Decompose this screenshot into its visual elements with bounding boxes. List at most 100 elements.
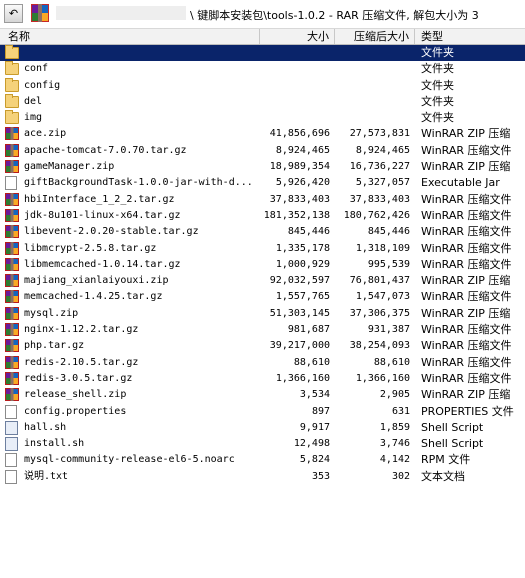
file-packed-size: 37,306,375	[349, 307, 410, 319]
file-size: 9,917	[299, 421, 330, 433]
file-row[interactable]: apache-tomcat-7.0.70.tar.gz 8,924,465 8,92…	[0, 143, 525, 159]
file-name: mysql.zip	[24, 307, 79, 319]
file-packed-size: 180,762,426	[343, 209, 410, 221]
file-packed-size: 38,254,093	[349, 340, 410, 352]
file-row[interactable]: gameManager.zip 18,989,354 16,736,227 WinRA…	[0, 159, 525, 175]
file-name: ace.zip	[24, 128, 67, 140]
file-size: 18,989,354	[269, 161, 330, 173]
file-packed-size: 4,142	[379, 454, 410, 466]
file-row[interactable]: redis-2.10.5.tar.gz 88,610 88,610 WinRAR 压缩…	[0, 355, 525, 371]
file-type: WinRAR 压缩文件	[421, 290, 512, 304]
folder-row[interactable]: config 文件夹	[0, 77, 525, 94]
file-size	[260, 78, 330, 94]
column-size[interactable]: 大小	[260, 29, 335, 44]
row-icon	[5, 420, 21, 436]
row-icon	[5, 192, 21, 208]
file-row[interactable]: mysql.zip 51,303,145 37,306,375 WinRAR ZIP …	[0, 306, 525, 322]
file-packed-size	[335, 61, 410, 77]
file-row[interactable]: release_shell.zip 3,534 2,905 WinRAR ZIP 压缩	[0, 387, 525, 403]
winrar-archive-icon	[5, 274, 19, 288]
file-row[interactable]: ace.zip 41,856,696 27,573,831 WinRAR ZIP 压缩	[0, 126, 525, 142]
folder-row[interactable]: conf 文件夹	[0, 61, 525, 77]
file-type: WinRAR ZIP 压缩	[421, 274, 511, 288]
file-row[interactable]: hall.sh 9,917 1,859 Shell Script	[0, 420, 525, 436]
column-packed[interactable]: 压缩后大小	[335, 29, 415, 44]
folder-row[interactable]: del 文件夹	[0, 93, 525, 110]
winrar-archive-icon	[31, 4, 49, 22]
row-icon	[5, 436, 21, 452]
file-row[interactable]: majiang_xianlaiyouxi.zip 92,032,597 76,801…	[0, 273, 525, 289]
file-row[interactable]: memcached-1.4.25.tar.gz 1,557,765 1,547,07…	[0, 289, 525, 305]
folder-icon	[5, 45, 19, 59]
file-type: Executable Jar	[421, 176, 500, 190]
folder-row[interactable]: img 文件夹	[0, 110, 525, 126]
file-type: WinRAR ZIP 压缩	[421, 127, 511, 141]
file-row[interactable]: mysql-community-release-el6-5.noarc 5,824…	[0, 452, 525, 468]
document-icon	[5, 469, 17, 484]
column-type[interactable]: 类型	[415, 29, 525, 44]
row-icon	[5, 224, 21, 240]
file-row[interactable]: giftBackgroundTask-1.0.0-jar-with-d... 5,…	[0, 175, 525, 191]
file-name: del	[24, 95, 43, 107]
row-icon	[5, 306, 21, 322]
file-packed-size: 2,905	[379, 389, 410, 401]
winrar-archive-icon	[5, 306, 19, 320]
file-size: 92,032,597	[269, 275, 330, 287]
row-icon	[5, 110, 21, 126]
file-size: 981,687	[287, 324, 330, 336]
file-name: hall.sh	[24, 421, 67, 433]
row-icon	[5, 322, 21, 338]
address-toolbar: ↶ \ 键脚本安装包\tools-1.0.2 - RAR 压缩文件, 解包大小为…	[0, 0, 525, 29]
file-packed-size: 995,539	[367, 258, 410, 270]
file-type: WinRAR ZIP 压缩	[421, 306, 511, 320]
file-name: php.tar.gz	[24, 340, 85, 352]
file-name: libmcrypt-2.5.8.tar.gz	[24, 242, 157, 254]
file-type: Shell Script	[421, 420, 484, 434]
file-row[interactable]: libmemcached-1.0.14.tar.gz 1,000,929 995,5…	[0, 257, 525, 273]
file-type: WinRAR ZIP 压缩	[421, 160, 511, 174]
file-type: Shell Script	[421, 437, 484, 451]
file-name: libmemcached-1.0.14.tar.gz	[24, 258, 181, 270]
winrar-archive-icon	[5, 388, 19, 402]
folder-icon	[5, 61, 19, 76]
file-row[interactable]: php.tar.gz 39,217,000 38,254,093 WinRAR 压缩文…	[0, 338, 525, 354]
file-row[interactable]: hbiInterface_1_2_2.tar.gz 37,833,403 37,83…	[0, 192, 525, 208]
file-packed-size: 1,366,160	[355, 372, 410, 384]
file-row[interactable]: config.properties 897 631 PROPERTIES 文件	[0, 404, 525, 420]
document-icon	[5, 404, 17, 419]
column-name[interactable]: 名称	[0, 29, 260, 44]
file-type: WinRAR 压缩文件	[421, 241, 512, 255]
file-row[interactable]: nginx-1.12.2.tar.gz 981,687 931,387 WinRAR …	[0, 322, 525, 338]
file-name: gameManager.zip	[24, 161, 115, 173]
file-row[interactable]: libmcrypt-2.5.8.tar.gz 1,335,178 1,318,109…	[0, 241, 525, 257]
file-type: WinRAR 压缩文件	[421, 339, 512, 353]
file-size: 39,217,000	[269, 340, 330, 352]
folder-icon	[5, 93, 19, 108]
file-row[interactable]: jdk-8u101-linux-x64.tar.gz 181,352,138 180…	[0, 208, 525, 224]
file-packed-size: 16,736,227	[349, 161, 410, 173]
row-icon	[5, 289, 21, 305]
row-icon	[5, 371, 21, 387]
winrar-archive-icon	[5, 257, 19, 271]
file-row[interactable]: redis-3.0.5.tar.gz 1,366,160 1,366,160 WinR…	[0, 371, 525, 387]
file-row[interactable]: install.sh 12,498 3,746 Shell Script	[0, 436, 525, 452]
winrar-archive-icon	[5, 208, 19, 222]
file-name: majiang_xianlaiyouxi.zip	[24, 275, 169, 287]
folder-row[interactable]: 文件夹	[0, 45, 525, 62]
file-name: img	[24, 112, 43, 124]
file-size: 3,534	[299, 389, 330, 401]
row-icon	[5, 77, 21, 94]
file-packed-size: 76,801,437	[349, 275, 410, 287]
row-icon	[5, 338, 21, 354]
file-row[interactable]: 说明.txt 353 302 文本文档	[0, 469, 525, 485]
file-name: jdk-8u101-linux-x64.tar.gz	[24, 209, 181, 221]
file-name	[24, 45, 256, 61]
row-icon	[5, 241, 21, 257]
file-row[interactable]: libevent-2.0.20-stable.tar.gz 845,446 845,…	[0, 224, 525, 240]
winrar-archive-icon	[5, 371, 19, 385]
up-folder-button[interactable]: ↶	[4, 4, 23, 23]
file-size: 1,000,929	[275, 258, 330, 270]
winrar-archive-icon	[5, 225, 19, 239]
archive-path[interactable]: \ 键脚本安装包\tools-1.0.2 - RAR 压缩文件, 解包大小为 3	[190, 7, 479, 23]
row-icon	[5, 257, 21, 273]
